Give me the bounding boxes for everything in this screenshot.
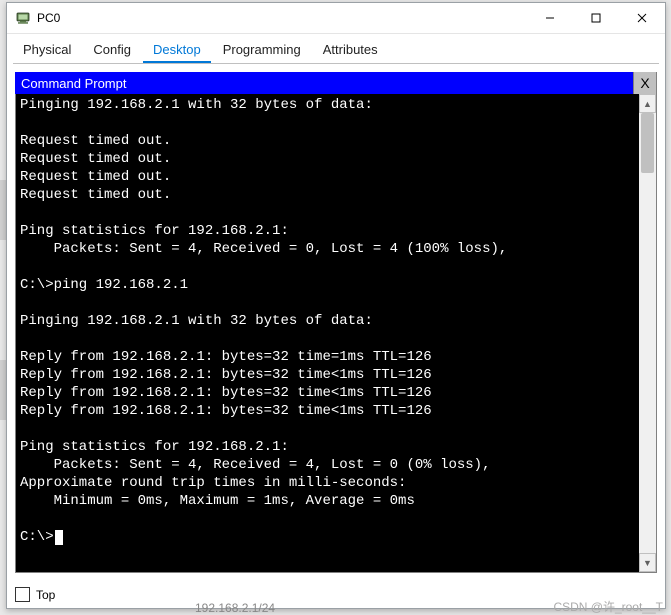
minimize-button[interactable]	[527, 3, 573, 33]
tab-desktop[interactable]: Desktop	[143, 38, 211, 63]
command-prompt-title: Command Prompt	[21, 76, 633, 91]
tab-attributes[interactable]: Attributes	[313, 38, 388, 63]
close-button[interactable]	[619, 3, 665, 33]
tab-programming[interactable]: Programming	[213, 38, 311, 63]
terminal-cursor	[55, 530, 63, 545]
tab-separator	[13, 63, 659, 64]
scroll-thumb[interactable]	[641, 113, 654, 173]
scroll-track[interactable]	[639, 113, 656, 553]
close-x-label: X	[640, 75, 649, 91]
window-title: PC0	[37, 11, 527, 25]
terminal-container: Pinging 192.168.2.1 with 32 bytes of dat…	[15, 94, 657, 573]
tab-config[interactable]: Config	[83, 38, 141, 63]
terminal-output[interactable]: Pinging 192.168.2.1 with 32 bytes of dat…	[16, 94, 639, 572]
tab-physical[interactable]: Physical	[13, 38, 81, 63]
top-checkbox-label[interactable]: Top	[36, 588, 55, 602]
top-checkbox[interactable]	[15, 587, 30, 602]
content-area: Command Prompt X Pinging 192.168.2.1 wit…	[7, 72, 665, 581]
command-prompt-close-button[interactable]: X	[633, 72, 657, 95]
terminal-scrollbar[interactable]: ▲ ▼	[639, 94, 656, 572]
watermark: CSDN @许_root__T	[553, 598, 663, 615]
app-window: PC0 PhysicalConfigDesktopProgrammingAttr…	[6, 2, 666, 609]
titlebar[interactable]: PC0	[7, 3, 665, 34]
pc-icon	[15, 10, 31, 26]
scroll-up-button[interactable]: ▲	[639, 94, 656, 113]
tabs-bar: PhysicalConfigDesktopProgrammingAttribut…	[7, 34, 665, 63]
background-ip-text: 192.168.2.1/24	[195, 601, 275, 615]
window-controls	[527, 3, 665, 33]
command-prompt-titlebar[interactable]: Command Prompt X	[15, 72, 657, 94]
scroll-down-button[interactable]: ▼	[639, 553, 656, 572]
maximize-button[interactable]	[573, 3, 619, 33]
